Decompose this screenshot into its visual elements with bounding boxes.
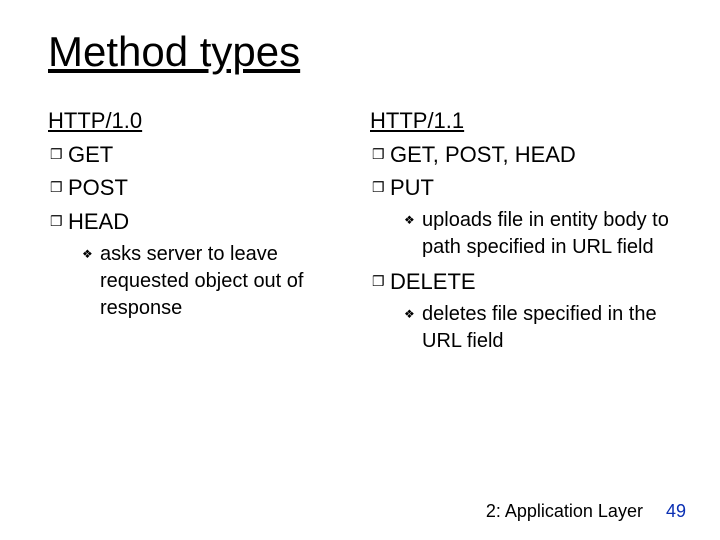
sub-list-item: ❖ deletes file specified in the URL fiel… — [370, 301, 672, 355]
diamond-icon: ❖ — [404, 301, 422, 327]
left-column: HTTP/1.0 ❒ GET ❒ POST ❒ HEAD ❖ asks serv… — [48, 106, 350, 361]
bullet-icon: ❒ — [372, 267, 390, 295]
bullet-icon: ❒ — [50, 207, 68, 235]
diamond-icon: ❖ — [404, 207, 422, 233]
sub-list-item: ❖ uploads file in entity body to path sp… — [370, 207, 672, 261]
list-item: ❒ POST — [48, 173, 350, 203]
bullet-icon: ❒ — [372, 173, 390, 201]
footer: 2: Application Layer 49 — [486, 501, 686, 522]
page-number: 49 — [666, 501, 686, 521]
list-item: ❒ GET, POST, HEAD — [370, 140, 672, 170]
slide-title: Method types — [48, 28, 672, 76]
item-label: HEAD — [68, 207, 350, 237]
item-label: PUT — [390, 173, 672, 203]
sub-list-item: ❖ asks server to leave requested object … — [48, 241, 350, 322]
footer-chapter: 2: Application Layer — [486, 501, 643, 521]
left-heading: HTTP/1.0 — [48, 106, 350, 136]
columns: HTTP/1.0 ❒ GET ❒ POST ❒ HEAD ❖ asks serv… — [48, 106, 672, 361]
sub-item-label: uploads file in entity body to path spec… — [422, 207, 672, 261]
list-item: ❒ GET — [48, 140, 350, 170]
right-column: HTTP/1.1 ❒ GET, POST, HEAD ❒ PUT ❖ uploa… — [370, 106, 672, 361]
item-label: DELETE — [390, 267, 672, 297]
list-item: ❒ PUT — [370, 173, 672, 203]
slide: Method types HTTP/1.0 ❒ GET ❒ POST ❒ HEA… — [0, 0, 720, 540]
bullet-icon: ❒ — [50, 173, 68, 201]
item-label: GET — [68, 140, 350, 170]
sub-item-label: asks server to leave requested object ou… — [100, 241, 350, 322]
list-item: ❒ DELETE — [370, 267, 672, 297]
bullet-icon: ❒ — [50, 140, 68, 168]
right-heading: HTTP/1.1 — [370, 106, 672, 136]
item-label: POST — [68, 173, 350, 203]
bullet-icon: ❒ — [372, 140, 390, 168]
diamond-icon: ❖ — [82, 241, 100, 267]
list-item: ❒ HEAD — [48, 207, 350, 237]
sub-item-label: deletes file specified in the URL field — [422, 301, 672, 355]
item-label: GET, POST, HEAD — [390, 140, 672, 170]
